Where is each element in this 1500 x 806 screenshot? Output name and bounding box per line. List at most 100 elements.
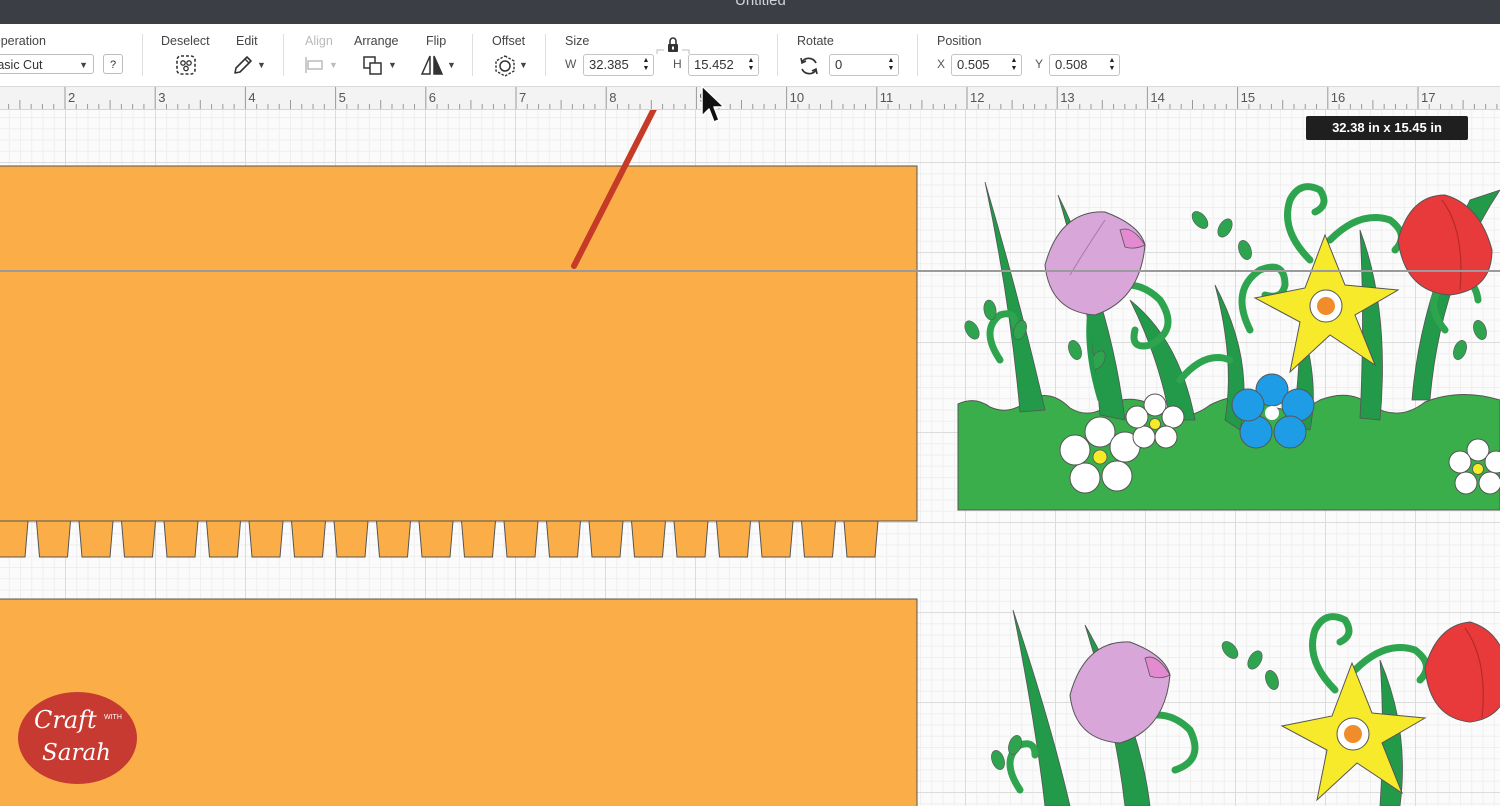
position-x-value: 0.505 (957, 57, 990, 72)
lock-icon[interactable] (656, 36, 690, 56)
height-input[interactable]: 15.452 ▲ ▼ (688, 54, 759, 76)
height-stepper[interactable]: ▲ ▼ (746, 57, 756, 73)
cut-tab (78, 520, 114, 558)
position-y-input[interactable]: 0.508 ▲ ▼ (1049, 54, 1120, 76)
cut-tab (205, 520, 242, 558)
deselect-label: Deselect (161, 34, 210, 48)
ruler-number: 2 (68, 90, 76, 105)
chevron-down-icon: ▼ (329, 60, 338, 70)
ruler-number: 12 (970, 90, 985, 105)
chevron-down-icon[interactable]: ▼ (519, 60, 528, 70)
edit-label: Edit (236, 34, 258, 48)
arrange-label: Arrange (354, 34, 399, 48)
width-value: 32.385 (589, 57, 629, 72)
flower-border-top[interactable] (957, 181, 1500, 511)
position-y-value: 0.508 (1055, 57, 1088, 72)
operation-value: Basic Cut (0, 58, 43, 72)
operation-help-button[interactable]: ? (103, 54, 123, 74)
ruler-number: 17 (1421, 90, 1436, 105)
rotate-value: 0 (835, 57, 843, 72)
position-x-input[interactable]: 0.505 ▲ ▼ (951, 54, 1022, 76)
cut-tab (248, 520, 284, 558)
logo-line2: WITH (104, 714, 122, 721)
ruler-number: 4 (248, 90, 256, 105)
chevron-down-icon[interactable]: ▼ (257, 60, 266, 70)
offset-icon[interactable] (493, 54, 517, 78)
x-axis-label: X (937, 57, 946, 71)
width-input[interactable]: 32.385 ▲ ▼ (583, 54, 654, 76)
rotate-stepper[interactable]: ▲ ▼ (886, 57, 896, 73)
ruler-number: 8 (609, 90, 617, 105)
height-axis-label: H (673, 57, 682, 71)
ruler-number: 5 (338, 90, 346, 105)
offset-label: Offset (492, 34, 526, 48)
ruler-number: 6 (428, 90, 437, 105)
flip-icon[interactable] (420, 54, 444, 76)
pink-tulip (1069, 641, 1171, 744)
ruler-number: 11 (879, 90, 894, 105)
cut-tab (588, 520, 624, 558)
cut-tab (758, 520, 794, 558)
cut-tab (673, 520, 709, 558)
rotate-icon[interactable] (797, 54, 821, 78)
chevron-down-icon[interactable]: ▼ (388, 60, 397, 70)
size-label: Size (565, 34, 590, 48)
craft-with-sarah-logo: Craft WITH Sarah (18, 692, 137, 784)
cut-tab (800, 520, 837, 558)
align-label: Align (305, 34, 333, 48)
cut-tab (163, 520, 199, 558)
horizontal-ruler: 234567891011121314151617 (0, 87, 1500, 110)
pink-tulip (1044, 211, 1146, 401)
position-x-stepper[interactable]: ▲ ▼ (1009, 57, 1019, 73)
cut-tab (843, 520, 879, 558)
width-axis-label: W (565, 57, 577, 71)
cut-tab (630, 520, 667, 558)
window-title: Untitled (735, 0, 786, 9)
edit-toolbar: Operation Basic Cut ▼ ? Deselect Edit ▼ … (0, 24, 1500, 87)
title-bar: Untitled (0, 0, 1500, 24)
align-icon (305, 57, 323, 73)
cut-tab (0, 520, 29, 558)
orange-band-top[interactable] (0, 165, 918, 558)
cut-tab (35, 520, 72, 558)
cut-tab (120, 520, 157, 558)
ruler-number: 13 (1060, 90, 1075, 105)
flower-border-bottom[interactable] (989, 609, 1500, 806)
arrange-icon[interactable] (362, 55, 384, 77)
cut-tab (333, 520, 369, 558)
cut-tab (460, 520, 497, 558)
pencil-icon[interactable] (231, 53, 255, 77)
ruler-number: 3 (158, 90, 166, 105)
cut-tab (715, 520, 752, 558)
operation-label: Operation (0, 34, 46, 48)
position-label: Position (937, 34, 982, 48)
ruler-number: 16 (1330, 90, 1346, 105)
cut-tab (503, 520, 539, 558)
cut-tab (290, 520, 327, 558)
chevron-down-icon[interactable]: ▼ (447, 60, 456, 70)
height-value: 15.452 (694, 57, 734, 72)
yellow-daffodil (1280, 661, 1427, 802)
y-axis-label: Y (1035, 57, 1044, 71)
ruler-number: 15 (1240, 90, 1256, 105)
ruler-number: 7 (519, 90, 527, 105)
flip-label: Flip (426, 34, 447, 48)
mouse-cursor-icon (701, 85, 725, 123)
ruler-number: 14 (1150, 90, 1165, 105)
design-canvas[interactable] (0, 110, 1500, 806)
deselect-icon[interactable] (174, 53, 198, 77)
width-stepper[interactable]: ▲ ▼ (641, 57, 651, 73)
logo-line1: Craft (34, 706, 97, 734)
operation-select[interactable]: Basic Cut ▼ (0, 54, 94, 74)
mat-boundary-line (0, 270, 1500, 272)
position-y-stepper[interactable]: ▲ ▼ (1107, 57, 1117, 73)
cut-tab (418, 520, 454, 558)
rotate-input[interactable]: 0 ▲ ▼ (829, 54, 899, 76)
orange-band-bottom[interactable] (0, 598, 918, 806)
logo-line3: Sarah (42, 740, 111, 766)
red-tulip (1424, 621, 1500, 723)
cut-tab (375, 520, 412, 558)
size-tooltip: 32.38 in x 15.45 in (1306, 116, 1468, 140)
ruler-number: 10 (789, 90, 805, 105)
cut-tab (545, 520, 582, 558)
